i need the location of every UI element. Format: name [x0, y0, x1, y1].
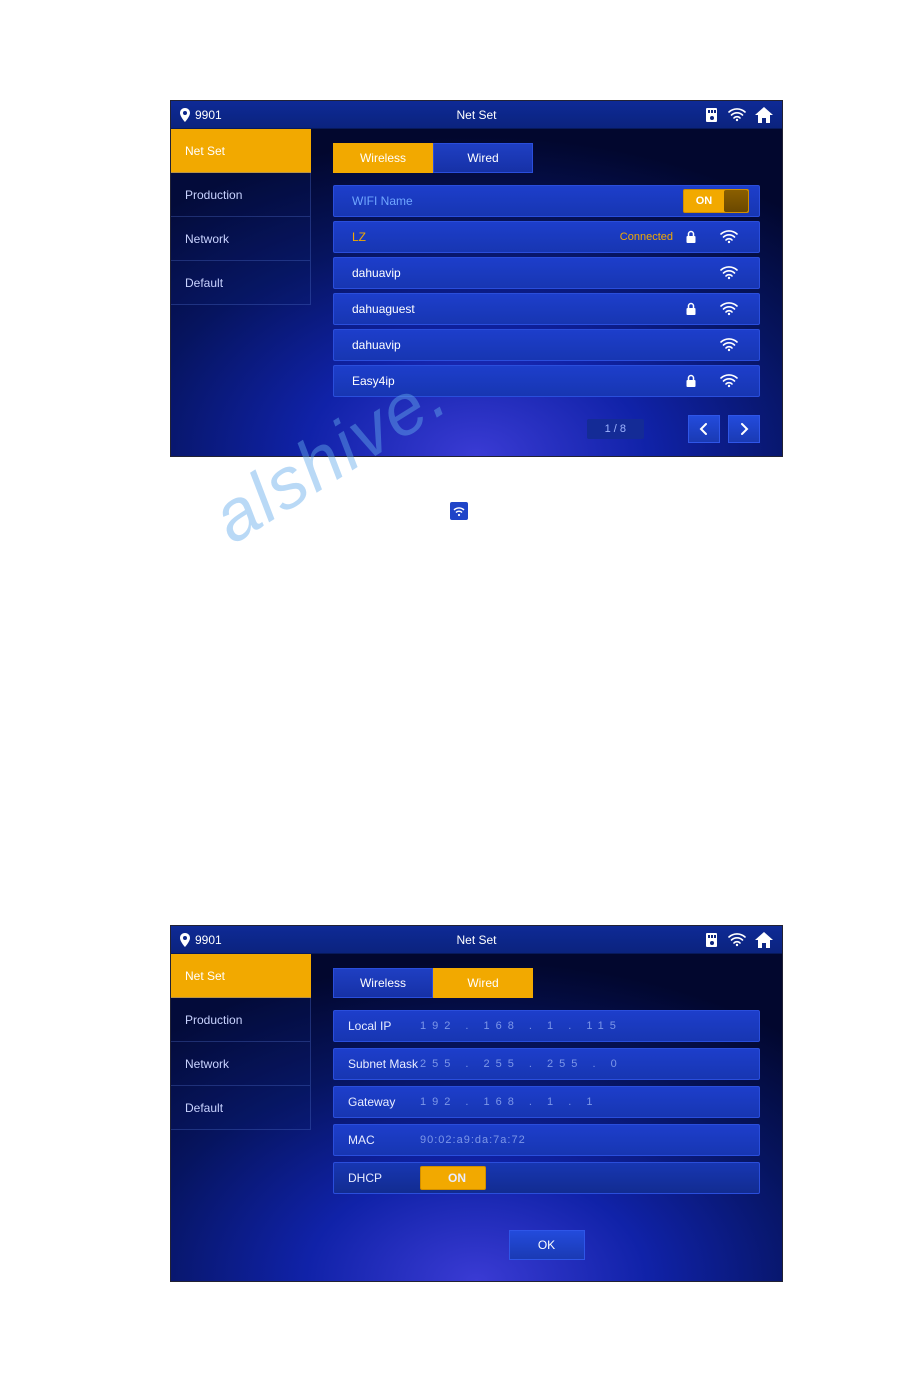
header-title: Net Set — [171, 933, 782, 947]
signal-icon — [709, 266, 749, 280]
sidebar-item-network[interactable]: Network — [171, 1042, 311, 1086]
signal-icon — [709, 338, 749, 352]
sidebar-item-label: Network — [185, 232, 229, 246]
sidebar-item-default[interactable]: Default — [171, 1086, 311, 1130]
field-dhcp: DHCP ON — [333, 1162, 760, 1194]
header-pin-id: 9901 — [195, 108, 222, 122]
field-mac: MAC 90:02:a9:da:7a:72 — [333, 1124, 760, 1156]
field-gateway[interactable]: Gateway 192 . 168 . 1 . 1 — [333, 1086, 760, 1118]
field-label: Local IP — [348, 1019, 420, 1033]
toggle-knob — [724, 190, 748, 212]
wifi-row[interactable]: dahuavip — [333, 257, 760, 289]
prev-page-button[interactable] — [688, 415, 720, 443]
sdcard-icon[interactable] — [704, 932, 720, 948]
sidebar-item-label: Net Set — [185, 144, 225, 158]
wifi-header-label: WIFI Name — [352, 194, 552, 208]
wifi-on-toggle[interactable]: ON — [683, 189, 749, 213]
wifi-list: WIFI Name ON LZ Connected — [333, 185, 760, 397]
sidebar-item-production[interactable]: Production — [171, 173, 311, 217]
lock-icon — [673, 302, 709, 316]
field-local-ip[interactable]: Local IP 192 . 168 . 1 . 115 — [333, 1010, 760, 1042]
tab-wired[interactable]: Wired — [433, 968, 533, 998]
header-bar: 9901 Net Set — [171, 926, 782, 954]
wifi-name: Easy4ip — [352, 374, 552, 388]
sidebar-item-label: Default — [185, 1101, 223, 1115]
wifi-row[interactable]: LZ Connected — [333, 221, 760, 253]
device-screen-wired: 9901 Net Set Net Set Production Network … — [170, 925, 783, 1282]
tab-wireless[interactable]: Wireless — [333, 143, 433, 173]
field-label: MAC — [348, 1133, 420, 1147]
sdcard-icon[interactable] — [704, 107, 720, 123]
field-value: 192 . 168 . 1 . 1 — [420, 1096, 598, 1108]
lock-icon — [673, 230, 709, 244]
wifi-name: dahuavip — [352, 338, 552, 352]
tab-wired[interactable]: Wired — [433, 143, 533, 173]
pin-icon — [179, 933, 191, 947]
field-label: Subnet Mask — [348, 1057, 420, 1071]
wifi-row[interactable]: dahuavip — [333, 329, 760, 361]
ok-button[interactable]: OK — [509, 1230, 585, 1260]
lock-icon — [673, 374, 709, 388]
signal-icon — [709, 230, 749, 244]
chevron-left-icon — [699, 423, 709, 435]
home-icon[interactable] — [754, 106, 774, 124]
wifi-row[interactable]: dahuaguest — [333, 293, 760, 325]
next-page-button[interactable] — [728, 415, 760, 443]
sidebar-item-label: Production — [185, 1013, 242, 1027]
sidebar-item-label: Default — [185, 276, 223, 290]
wifi-icon[interactable] — [728, 108, 746, 122]
wifi-name: dahuavip — [352, 266, 552, 280]
tab-wireless[interactable]: Wireless — [333, 968, 433, 998]
header-pin-id: 9901 — [195, 933, 222, 947]
field-label: DHCP — [348, 1171, 420, 1185]
sidebar: Net Set Production Network Default — [171, 954, 311, 1281]
field-subnet-mask[interactable]: Subnet Mask 255 . 255 . 255 . 0 — [333, 1048, 760, 1080]
sidebar: Net Set Production Network Default — [171, 129, 311, 456]
sidebar-item-label: Net Set — [185, 969, 225, 983]
chevron-right-icon — [739, 423, 749, 435]
sidebar-item-default[interactable]: Default — [171, 261, 311, 305]
device-screen-wireless: 9901 Net Set Net Set Production Network … — [170, 100, 783, 457]
wifi-list-header: WIFI Name ON — [333, 185, 760, 217]
header-title: Net Set — [171, 108, 782, 122]
wifi-status: Connected — [595, 231, 673, 243]
toggle-label: ON — [684, 195, 724, 207]
page-indicator: 1 / 8 — [587, 419, 644, 439]
signal-icon — [709, 302, 749, 316]
field-value: 90:02:a9:da:7a:72 — [420, 1134, 526, 1146]
dhcp-toggle[interactable]: ON — [420, 1166, 486, 1190]
toggle-label: ON — [421, 1171, 493, 1185]
header-bar: 9901 Net Set — [171, 101, 782, 129]
tab-bar: Wireless Wired — [333, 143, 760, 173]
pin-icon — [179, 108, 191, 122]
sidebar-item-netset[interactable]: Net Set — [171, 954, 311, 998]
field-value: 192 . 168 . 1 . 115 — [420, 1020, 622, 1032]
sidebar-item-netset[interactable]: Net Set — [171, 129, 311, 173]
wired-form: Local IP 192 . 168 . 1 . 115 Subnet Mask… — [333, 1010, 760, 1194]
sidebar-item-production[interactable]: Production — [171, 998, 311, 1042]
pagination: 1 / 8 — [333, 415, 760, 443]
sidebar-item-label: Production — [185, 188, 242, 202]
wifi-name: LZ — [352, 230, 552, 244]
signal-icon — [709, 374, 749, 388]
home-icon[interactable] — [754, 931, 774, 949]
field-label: Gateway — [348, 1095, 420, 1109]
wifi-icon[interactable] — [728, 933, 746, 947]
sidebar-item-label: Network — [185, 1057, 229, 1071]
wifi-row[interactable]: Easy4ip — [333, 365, 760, 397]
wifi-inline-icon — [450, 502, 468, 520]
wifi-name: dahuaguest — [352, 302, 552, 316]
tab-bar: Wireless Wired — [333, 968, 760, 998]
field-value: 255 . 255 . 255 . 0 — [420, 1058, 623, 1070]
sidebar-item-network[interactable]: Network — [171, 217, 311, 261]
